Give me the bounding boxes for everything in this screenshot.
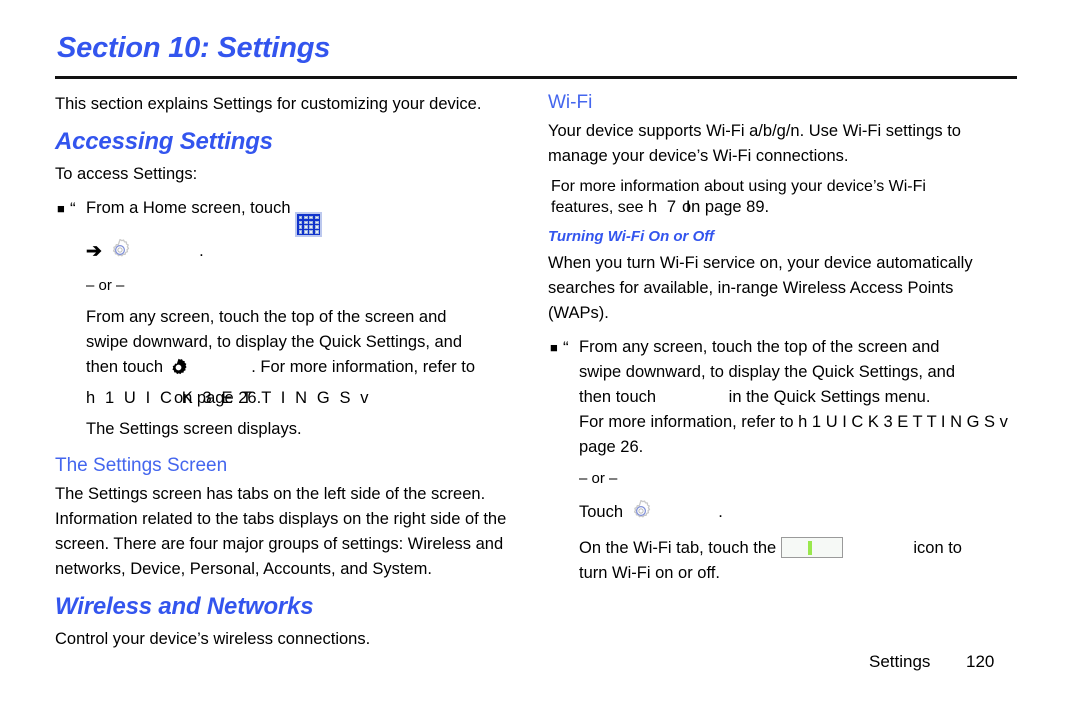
- turning-wifi-paragraph: When you turn Wi-Fi service on, your dev…: [548, 254, 973, 322]
- touch-gear-step: Touch .: [579, 498, 1079, 532]
- wifi-page-reference-text: on page 89.: [681, 198, 770, 216]
- quick-settings-menu-text: in the Quick Settings menu.: [728, 388, 931, 406]
- alt-step-line-3: then touch . For more information, refer…: [86, 355, 525, 386]
- bullet-access-settings: ■ “ From a Home screen, touch ➔ . – or –…: [55, 196, 525, 442]
- wifi-paragraph-1: Your device supports Wi-Fi a/b/g/n. Use …: [548, 122, 961, 165]
- footer-section-label: Settings: [869, 652, 931, 671]
- bullet-marker-icon: ■: [57, 201, 65, 216]
- wifi-toggle-line-2: turn Wi-Fi on or off.: [579, 564, 720, 582]
- wifi-step-line-2: swipe downward, to display the Quick Set…: [579, 363, 956, 381]
- wifi-page-reference: page 26.: [579, 438, 644, 456]
- refer-to-text: . For more information, refer to: [251, 358, 475, 377]
- settings-screen-paragraph: The Settings screen has tabs on the left…: [55, 485, 507, 579]
- right-column: Wi-Fi Your device supports Wi-Fi a/b/g/n…: [548, 92, 1048, 586]
- title-divider: [55, 76, 1017, 79]
- wireless-networks-paragraph: Control your device’s wireless connectio…: [55, 630, 371, 649]
- home-screen-step: From a Home screen, touch: [86, 196, 525, 238]
- toggle-knob: [807, 541, 812, 555]
- intro-paragraph: This section explains Settings for custo…: [55, 95, 482, 113]
- wifi-toggle-line: On the Wi-Fi tab, touch the icon to: [579, 536, 1079, 561]
- heading-wifi: Wi-Fi: [548, 92, 593, 113]
- settings-gear-icon: [107, 237, 133, 271]
- touch-text: Touch: [579, 503, 624, 521]
- home-screen-text: From a Home screen, touch: [86, 199, 291, 217]
- manual-page: Section 10: Settings This section explai…: [0, 0, 1080, 720]
- lead-in-text: To access Settings:: [55, 165, 198, 183]
- quick-settings-reference-text: h 1 U I C K 3 E T T I N G S v: [798, 413, 1008, 431]
- bullet-turning-wifi: ■ “ From any screen, touch the top of th…: [548, 335, 1048, 586]
- features-see-text: features, see: [551, 199, 644, 216]
- then-touch-text: then touch: [579, 388, 657, 406]
- wifi-toggle-switch[interactable]: [780, 537, 843, 558]
- alt-step-line-2: swipe downward, to display the Quick Set…: [86, 333, 463, 352]
- or-separator: – or –: [579, 470, 618, 487]
- heading-accessing-settings: Accessing Settings: [55, 128, 273, 155]
- bullet-content: From any screen, touch the top of the sc…: [579, 335, 1079, 586]
- wifi-step-line-3: then touch in the Quick Settings menu.: [579, 385, 1079, 410]
- left-column: This section explains Settings for custo…: [55, 92, 525, 661]
- settings-gear-solid-icon: [168, 357, 189, 386]
- bullet-quote-glyph: “: [70, 199, 76, 218]
- wifi-cross-reference-line: For more information, refer to h 1 U I C…: [579, 410, 1079, 435]
- touch-step-period: .: [718, 503, 723, 521]
- page-reference-text: on page 26.: [174, 389, 262, 408]
- settings-screen-result: The Settings screen displays.: [86, 420, 302, 439]
- bullet-quote-glyph: “: [563, 338, 569, 357]
- page-title: Section 10: Settings: [57, 32, 331, 64]
- arrow-right-icon: ➔: [86, 241, 102, 263]
- heading-the-settings-screen: The Settings Screen: [55, 455, 228, 477]
- alt-step-line-1: From any screen, touch the top of the sc…: [86, 308, 447, 327]
- wifi-paragraph-2-line-1: For more information about using your de…: [551, 178, 926, 195]
- refer-to-text: For more information, refer to: [579, 413, 794, 431]
- then-touch-text: then touch: [86, 358, 164, 377]
- icon-to-text: icon to: [913, 539, 962, 557]
- or-separator: – or –: [86, 277, 125, 295]
- overlapped-cross-reference: h 1 U I C K 3 E T T I N G S v on page 26…: [86, 386, 371, 411]
- wifi-tab-text: On the Wi-Fi tab, touch the: [579, 539, 777, 557]
- cross-reference-line: h 1 U I C K 3 E T T I N G S v on page 26…: [86, 386, 525, 411]
- wifi-step-line-1: From any screen, touch the top of the sc…: [579, 338, 940, 356]
- overlapped-wifi-reference: h 7 I on page 89.: [648, 198, 769, 217]
- heading-wireless-and-networks: Wireless and Networks: [55, 593, 314, 621]
- footer-page-number: 120: [966, 652, 995, 671]
- wifi-paragraph-2-line-2: features, see h 7 I on page 89.: [551, 198, 1048, 217]
- gear-step-period: .: [199, 242, 204, 261]
- settings-gear-icon: [628, 498, 654, 532]
- bullet-content: From a Home screen, touch ➔ . – or – Fro…: [86, 196, 525, 442]
- gear-step: ➔ .: [86, 237, 525, 271]
- bullet-marker-icon: ■: [550, 340, 558, 355]
- heading-turning-wifi-on-or-off: Turning Wi-Fi On or Off: [548, 228, 714, 245]
- apps-grid-icon: [295, 212, 323, 238]
